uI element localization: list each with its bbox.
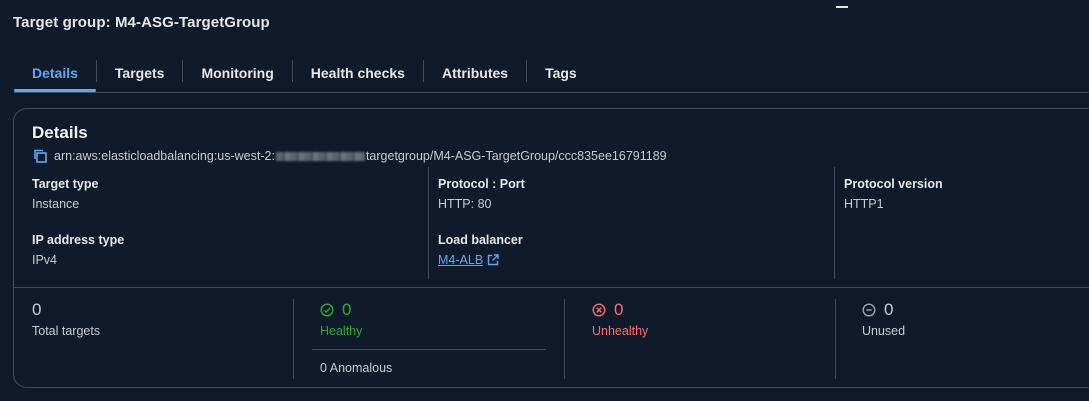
protocol-version-label: Protocol version — [844, 177, 943, 191]
total-targets-value: 0 — [32, 300, 42, 319]
unused-label: Unused — [862, 324, 906, 338]
minimize-icon[interactable] — [836, 6, 848, 8]
tab-bar: Details Targets Monitoring Health checks… — [14, 54, 595, 92]
copy-icon[interactable] — [32, 148, 48, 164]
tab-details[interactable]: Details — [14, 54, 96, 92]
load-balancer-label: Load balancer — [438, 233, 523, 247]
stats-divider — [14, 287, 1089, 288]
redacted-account-id — [275, 151, 365, 161]
target-type-value: Instance — [32, 197, 80, 211]
protocol-version-value: HTTP1 — [844, 197, 884, 211]
details-card: Details arn:aws:elasticloadbalancing:us-… — [13, 108, 1089, 388]
healthy-value: 0 — [342, 300, 352, 319]
load-balancer-link[interactable]: M4-ALB — [438, 253, 499, 267]
unused-count: 0 — [862, 300, 893, 320]
column-divider — [428, 167, 429, 279]
target-group-page: Target group: M4-ASG-TargetGroup Details… — [0, 0, 1089, 401]
ip-address-type-value: IPv4 — [32, 253, 58, 267]
details-heading: Details — [32, 123, 88, 142]
total-targets-label: Total targets — [32, 324, 101, 338]
unhealthy-value: 0 — [614, 300, 624, 319]
tab-tags[interactable]: Tags — [527, 54, 595, 92]
tab-targets[interactable]: Targets — [97, 54, 183, 92]
unhealthy-label: Unhealthy — [592, 324, 649, 338]
tabs-divider — [14, 92, 1089, 93]
check-circle-icon — [320, 303, 334, 317]
tab-health-checks[interactable]: Health checks — [293, 54, 423, 92]
tab-attributes[interactable]: Attributes — [424, 54, 526, 92]
healthy-divider — [312, 349, 546, 350]
target-type-label: Target type — [32, 177, 99, 191]
unused-value: 0 — [884, 300, 894, 319]
arn-suffix: targetgroup/M4-ASG-TargetGroup/ccc835ee1… — [365, 149, 667, 163]
column-divider — [834, 167, 835, 279]
load-balancer-link-text: M4-ALB — [438, 253, 484, 267]
stats-column-divider — [564, 299, 565, 379]
x-circle-icon — [592, 303, 606, 317]
minus-circle-icon — [862, 303, 876, 317]
healthy-count: 0 — [320, 300, 351, 320]
stats-column-divider — [293, 299, 294, 379]
stats-column-divider — [835, 299, 836, 379]
page-title: Target group: M4-ASG-TargetGroup — [13, 14, 270, 31]
load-balancer-field: M4-ALB — [438, 253, 499, 267]
ip-address-type-label: IP address type — [32, 233, 125, 247]
healthy-label: Healthy — [320, 324, 363, 338]
anomalous-count: 0 Anomalous — [320, 361, 393, 375]
unhealthy-count: 0 — [592, 300, 623, 320]
total-targets-count: 0 — [32, 300, 41, 320]
arn-prefix: arn:aws:elasticloadbalancing:us-west-2: — [54, 149, 275, 163]
external-link-icon — [487, 254, 499, 266]
protocol-port-value: HTTP: 80 — [438, 197, 492, 211]
protocol-port-label: Protocol : Port — [438, 177, 525, 191]
tab-monitoring[interactable]: Monitoring — [183, 54, 291, 92]
arn-row: arn:aws:elasticloadbalancing:us-west-2: … — [32, 148, 667, 164]
